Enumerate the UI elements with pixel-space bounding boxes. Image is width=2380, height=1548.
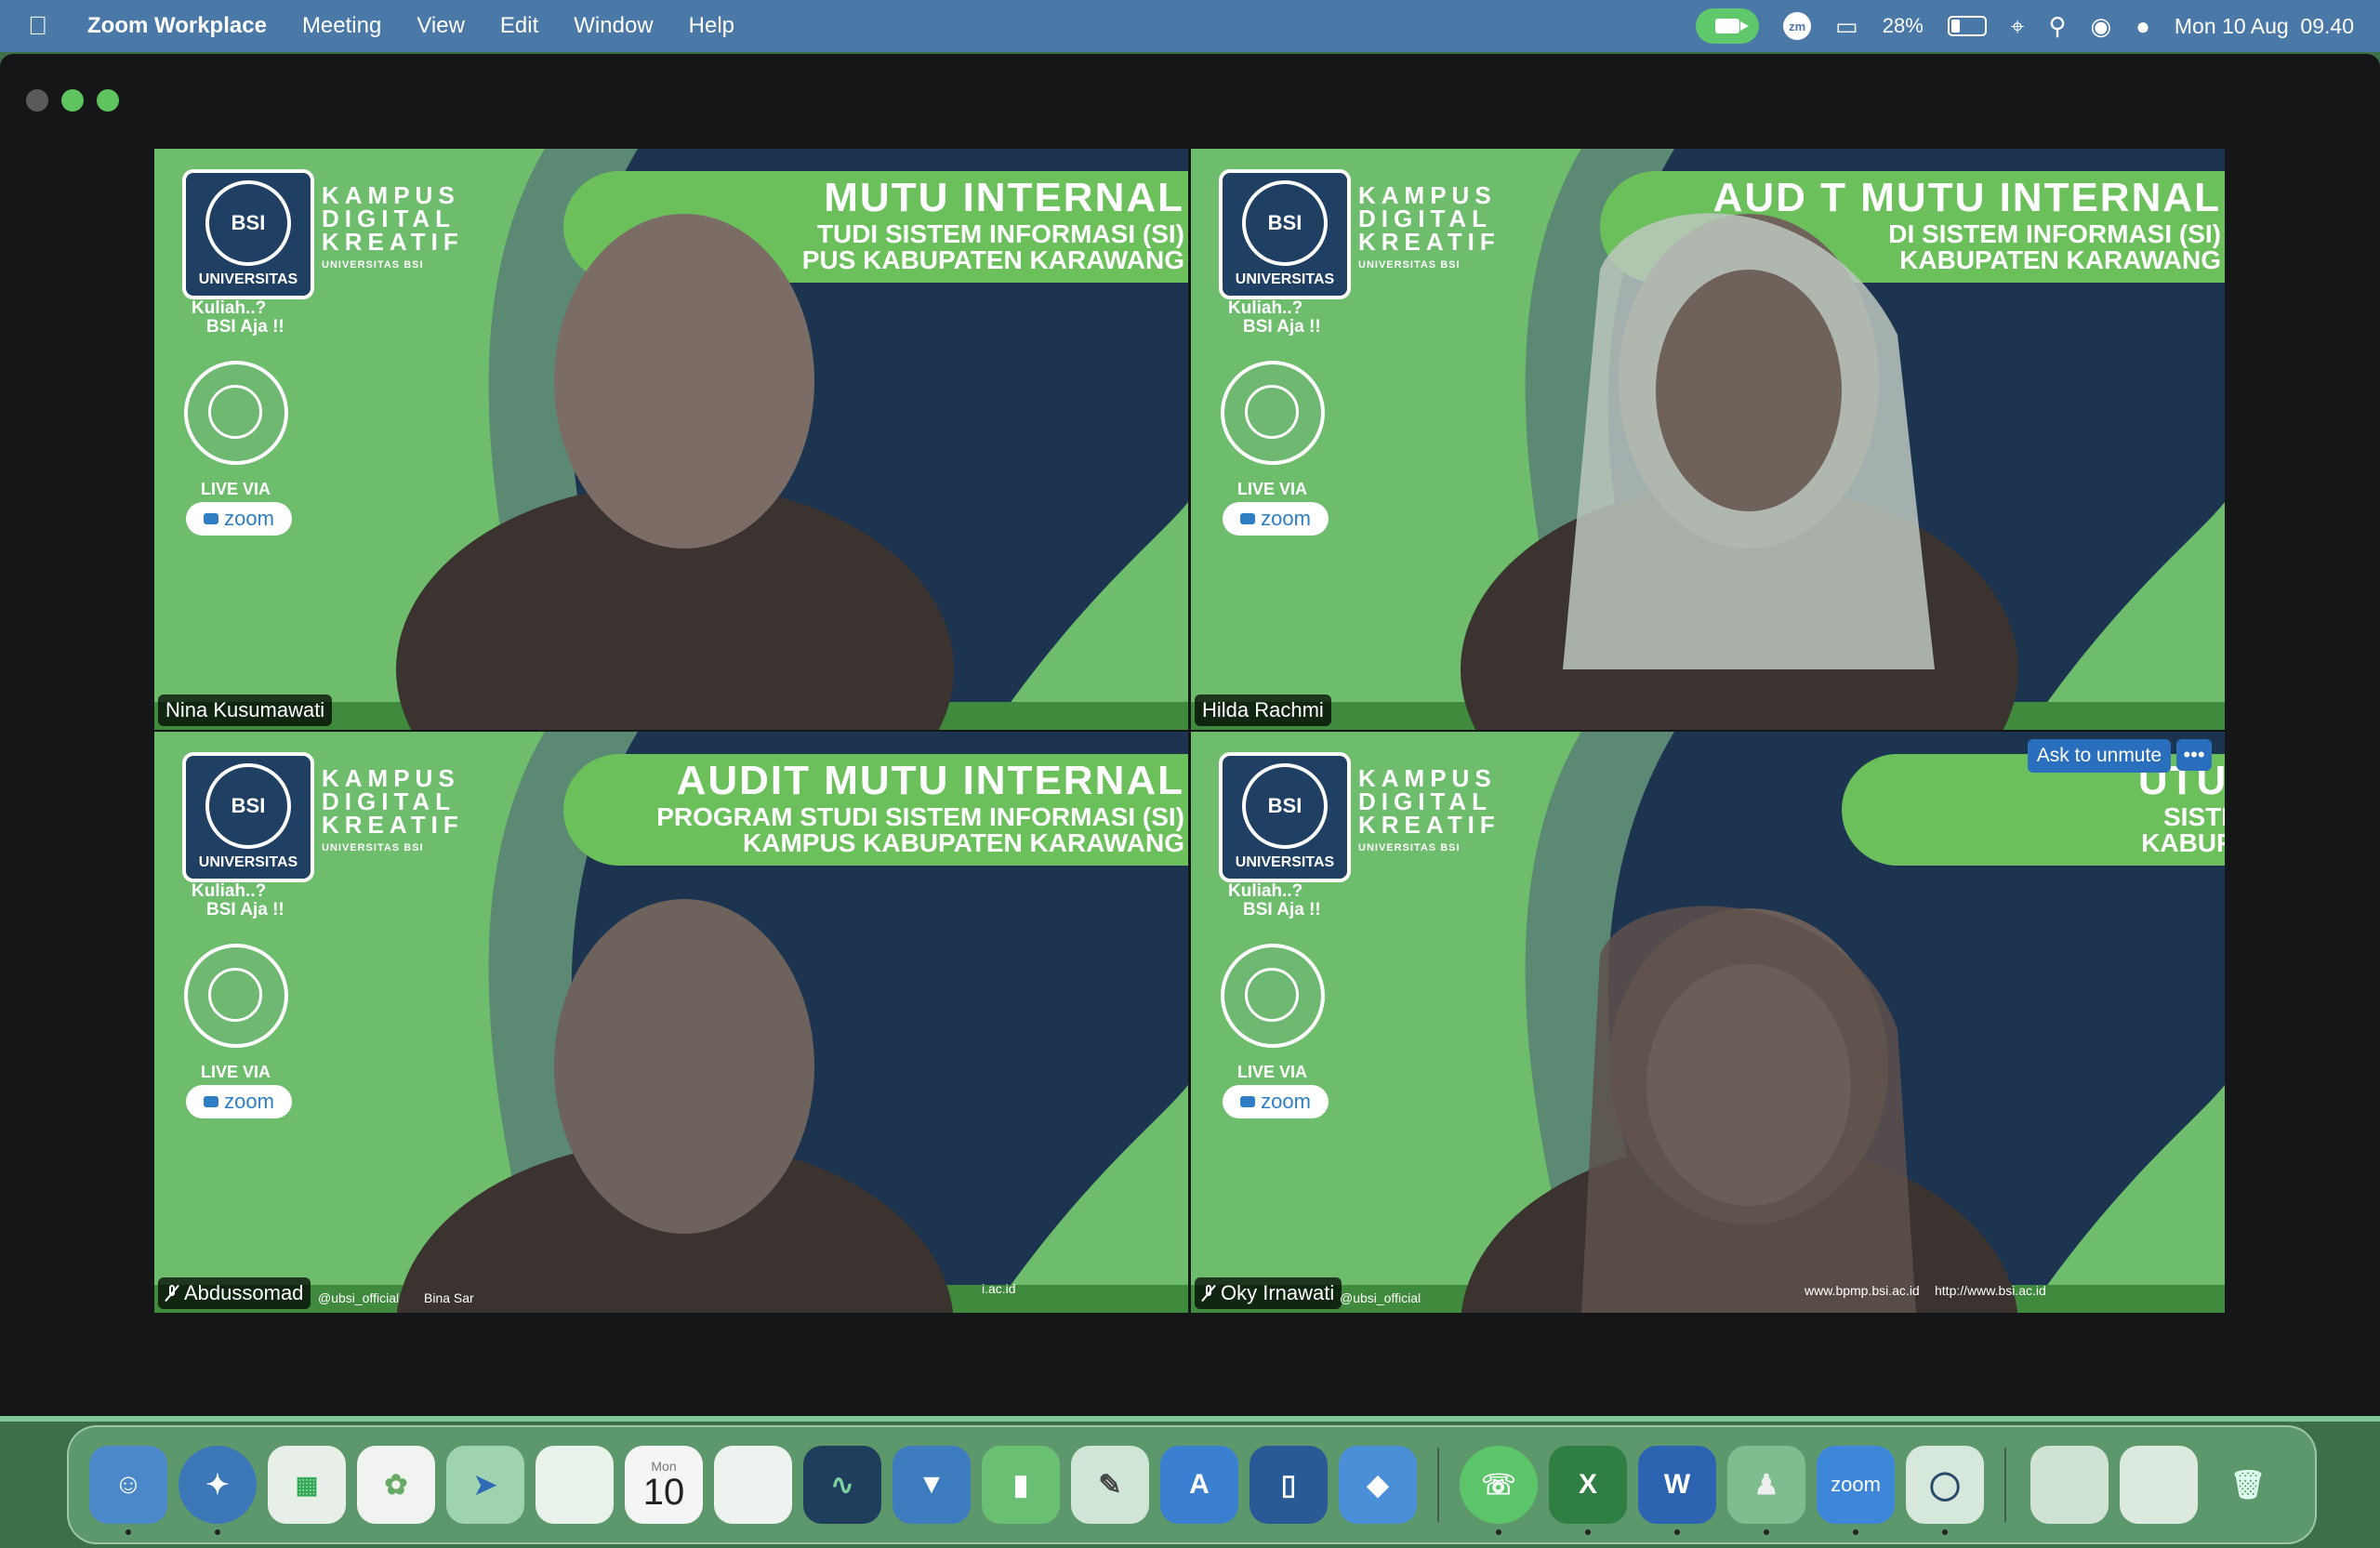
- menu-edit[interactable]: Edit: [500, 13, 538, 39]
- dock-running-indicator: [1853, 1529, 1858, 1535]
- dock-app-store-icon[interactable]: A: [1160, 1446, 1238, 1524]
- dock-zoom-icon[interactable]: zoom: [1817, 1446, 1895, 1524]
- muted-microphone-icon: [1202, 1285, 1215, 1302]
- participant-name: Nina Kusumawati: [165, 698, 325, 721]
- ask-to-unmute-button[interactable]: Ask to unmute: [2027, 739, 2171, 773]
- dock-trash-icon[interactable]: 🗑: [2209, 1446, 2287, 1524]
- dock-notes-icon[interactable]: [714, 1446, 792, 1524]
- dock-roblox-icon[interactable]: ◆: [1339, 1446, 1417, 1524]
- siri-icon[interactable]: ●: [2135, 14, 2150, 38]
- dock-word-icon[interactable]: W: [1638, 1446, 1716, 1524]
- menu-help[interactable]: Help: [689, 13, 734, 39]
- tile-more-options-button[interactable]: •••: [2176, 739, 2212, 771]
- dock-running-indicator: [1942, 1529, 1948, 1535]
- dock-numbers-icon[interactable]: ▮: [982, 1446, 1060, 1524]
- participant-name-label: Abdussomad: [158, 1277, 311, 1309]
- dock-launchpad-icon[interactable]: ▦: [268, 1446, 346, 1524]
- participant-name: Hilda Rachmi: [1202, 698, 1324, 721]
- participant-name-label: Hilda Rachmi: [1195, 695, 1331, 726]
- zoom-window-button[interactable]: [97, 89, 119, 112]
- participant-name: Abdussomad: [184, 1281, 304, 1304]
- website-url-partial: i.ac.id: [982, 1281, 1016, 1296]
- dock-excel-icon[interactable]: X: [1549, 1446, 1627, 1524]
- dock-recent-document-icon[interactable]: [2030, 1446, 2109, 1524]
- spotlight-search-icon[interactable]: ⚲: [2048, 14, 2066, 38]
- video-tile-participant-4[interactable]: BSI UNIVERSITAS KAMPUS DIGITAL KREATIF U…: [1191, 732, 2225, 1313]
- control-center-icon[interactable]: ◉: [2090, 14, 2111, 38]
- dock-running-indicator: [1585, 1529, 1591, 1535]
- zoom-menu-extra-icon[interactable]: zm: [1783, 12, 1812, 40]
- minimize-window-button[interactable]: [61, 89, 84, 112]
- participant-name-label: Nina Kusumawati: [158, 695, 333, 726]
- zoom-meeting-window: BSI UNIVERSITAS KAMPUS DIGITAL KREATIF U…: [0, 54, 2380, 1422]
- video-tile-participant-1[interactable]: BSI UNIVERSITAS KAMPUS DIGITAL KREATIF U…: [154, 149, 1188, 730]
- dock-finder-icon[interactable]: ☺: [89, 1446, 167, 1524]
- menu-app-name[interactable]: Zoom Workplace: [87, 13, 267, 39]
- dock-maps-icon[interactable]: ➤: [446, 1446, 524, 1524]
- website-url-bpmp: www.bpmp.bsi.ac.id: [1805, 1283, 1920, 1298]
- dock-running-indicator: [1674, 1529, 1680, 1535]
- wifi-icon[interactable]: ⌖: [2011, 14, 2025, 38]
- dock-running-indicator: [1496, 1529, 1501, 1535]
- dock-downloads-stack-icon[interactable]: [2120, 1446, 2198, 1524]
- social-handle: @ubsi_official: [318, 1290, 400, 1305]
- dock-calendar-icon[interactable]: Mon 10: [625, 1446, 703, 1524]
- participant-video-feed: [1461, 213, 2018, 730]
- participant-name: Oky Irnawati: [1221, 1281, 1335, 1304]
- menu-datetime[interactable]: Mon 10 Aug 09.40: [2175, 14, 2354, 39]
- menu-meeting[interactable]: Meeting: [302, 13, 381, 39]
- battery-icon[interactable]: [1947, 16, 1987, 36]
- dock-running-indicator: [126, 1529, 131, 1535]
- dock-whatsapp-icon[interactable]: ☏: [1460, 1446, 1538, 1524]
- dock-keynote-icon[interactable]: ▼: [892, 1446, 971, 1524]
- participant-video-feed: [1461, 906, 2018, 1313]
- dock-running-indicator: [1764, 1529, 1769, 1535]
- social-handle: @ubsi_official: [1340, 1290, 1421, 1305]
- dock-separator-2: [2004, 1448, 2006, 1522]
- apple-menu-icon[interactable]: : [28, 11, 61, 41]
- dock-running-indicator: [215, 1529, 220, 1535]
- participant-name-label: Oky Irnawati: [1195, 1277, 1342, 1309]
- dock-pages-icon[interactable]: ✎: [1071, 1446, 1149, 1524]
- muted-microphone-icon: [165, 1285, 178, 1302]
- close-window-button[interactable]: [26, 89, 48, 112]
- dock-iphone-mirroring-icon[interactable]: ▯: [1250, 1446, 1328, 1524]
- dock-jar-launcher-icon[interactable]: ◯: [1906, 1446, 1984, 1524]
- dock-separator: [1437, 1448, 1439, 1522]
- calendar-day: 10: [642, 1472, 685, 1513]
- dock-freeform-icon[interactable]: ∿: [803, 1446, 881, 1524]
- menu-window[interactable]: Window: [574, 13, 653, 39]
- screen-mirroring-icon[interactable]: ▭: [1835, 14, 1858, 38]
- menu-bar:  Zoom Workplace Meeting View Edit Windo…: [0, 0, 2380, 52]
- video-tile-participant-3[interactable]: BSI UNIVERSITAS KAMPUS DIGITAL KREATIF U…: [154, 732, 1188, 1313]
- website-url-bsi: http://www.bsi.ac.id: [1935, 1283, 2046, 1298]
- video-tile-participant-2[interactable]: BSI UNIVERSITAS KAMPUS DIGITAL KREATIF U…: [1191, 149, 2225, 730]
- menu-view[interactable]: View: [416, 13, 465, 39]
- dock-photos-icon[interactable]: ✿: [357, 1446, 435, 1524]
- dock-safari-icon[interactable]: ✦: [178, 1446, 257, 1524]
- zoom-video-status-icon[interactable]: [1696, 8, 1760, 44]
- dock-mendeley-icon[interactable]: ♟: [1727, 1446, 1805, 1524]
- battery-percent: 28%: [1882, 14, 1924, 37]
- participant-video-feed: [396, 214, 954, 730]
- social-facebook: Bina Sar: [424, 1290, 474, 1305]
- participant-video-feed: [396, 899, 954, 1313]
- dock-messages-icon[interactable]: [536, 1446, 614, 1524]
- dock: ☺ ✦ ▦ ✿ ➤ Mon 10 ∿ ▼ ▮ ✎ A ▯ ◆ ☏ X W ♟ z…: [67, 1425, 2317, 1544]
